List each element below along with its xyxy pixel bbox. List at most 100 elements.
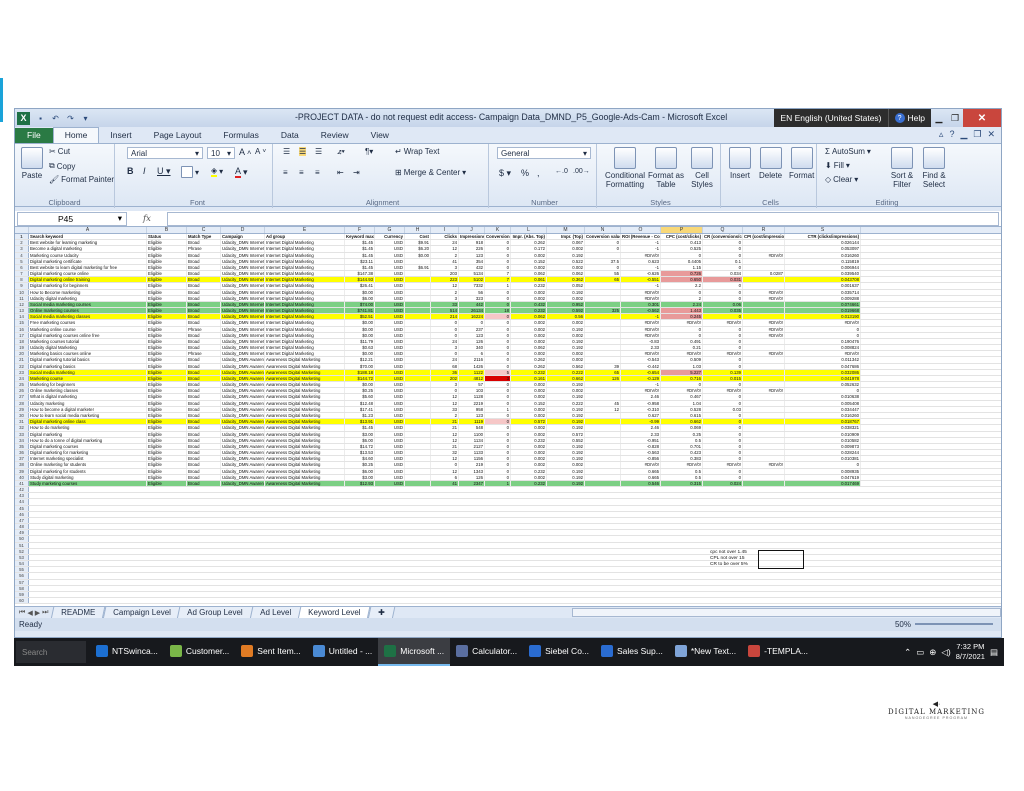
insert-sheet-button[interactable]: ✚	[367, 606, 395, 619]
cell[interactable]: 1.03	[661, 363, 703, 369]
row-number[interactable]: 23	[15, 369, 29, 375]
cell[interactable]: 0	[661, 326, 703, 332]
row-number[interactable]: 5	[15, 258, 29, 264]
sheet-tab-readme[interactable]: README	[51, 606, 106, 619]
cell[interactable]: Digital marketing online class	[29, 419, 147, 425]
column-header[interactable]: M	[547, 227, 585, 233]
row-number[interactable]: 15	[15, 320, 29, 326]
cell[interactable]: 0.192	[547, 394, 585, 400]
tab-data[interactable]: Data	[270, 128, 310, 143]
cell[interactable]: Awareness Digital Marketing	[265, 462, 345, 468]
cell[interactable]: Online marketing for students	[29, 462, 147, 468]
cell[interactable]: $9.91	[405, 240, 431, 246]
cell[interactable]: 0.002	[511, 406, 547, 412]
cell[interactable]: 0	[485, 326, 511, 332]
cell[interactable]: Internet Digital Marketing	[265, 240, 345, 246]
cell[interactable]: 0	[703, 363, 743, 369]
cell[interactable]: Udacity_DMN Awareness Digital Marketing	[221, 468, 265, 474]
cell[interactable]: Awareness Digital Marketing	[265, 474, 345, 480]
cell[interactable]: 0	[703, 382, 743, 388]
cell[interactable]: 0	[485, 443, 511, 450]
tab-insert[interactable]: Insert	[99, 128, 142, 143]
cell[interactable]: Udacity_DMN Internet Digital Marketing	[221, 351, 265, 357]
cell[interactable]: 21	[431, 443, 459, 450]
cell[interactable]: USD	[375, 252, 405, 258]
cell[interactable]: Eligible	[147, 456, 187, 462]
cell[interactable]: Udacity_DMN Awareness Digital Marketing	[221, 450, 265, 456]
cell[interactable]: 0	[485, 320, 511, 326]
cell[interactable]: 0	[703, 425, 743, 431]
cell[interactable]: 0.002	[547, 246, 585, 252]
row-number[interactable]: 51	[15, 542, 29, 548]
cell[interactable]: 41	[431, 480, 459, 487]
cell[interactable]: 237	[459, 326, 485, 332]
cell[interactable]: 1133	[459, 450, 485, 456]
cell[interactable]: $13.53	[345, 450, 375, 456]
cell[interactable]: 0.002	[511, 431, 547, 437]
cell[interactable]: USD	[375, 425, 405, 431]
taskbar-app[interactable]: -TEMPLA...	[742, 638, 814, 666]
volume-icon[interactable]: ◁)	[941, 647, 950, 658]
cell[interactable]: USD	[375, 419, 405, 425]
cell[interactable]: 126	[459, 338, 485, 345]
cell[interactable]: 1426	[459, 363, 485, 369]
cell[interactable]: Eligible	[147, 357, 187, 363]
sort-filter-button[interactable]: Sort & Filter	[887, 147, 917, 189]
cell[interactable]: $5.60	[345, 394, 375, 400]
cell[interactable]: 12	[431, 468, 459, 474]
cell[interactable]: 0.623	[621, 258, 661, 264]
align-bottom-button[interactable]: ☰	[315, 147, 322, 156]
cell[interactable]: Internet Digital Marketing	[265, 264, 345, 271]
worksheet-grid[interactable]: ABCDEFGHIJKLMNOPQRS 1 Search keyword Statu…	[15, 227, 1001, 606]
cell[interactable]	[405, 363, 431, 369]
cell[interactable]: Udacity_DMN Internet Digital Marketing	[221, 252, 265, 258]
cell[interactable]: #DIV/0!	[703, 351, 743, 357]
cell[interactable]: 0	[703, 240, 743, 246]
cell[interactable]: 0.525	[661, 246, 703, 252]
cell[interactable]: 33	[431, 301, 459, 308]
cell[interactable]: Eligible	[147, 443, 187, 450]
cell[interactable]: Marketing course Udacity	[29, 252, 147, 258]
cell[interactable]: $74.00	[345, 301, 375, 308]
cell[interactable]: $0.00	[345, 326, 375, 332]
cell[interactable]: Awareness Digital Marketing	[265, 357, 345, 363]
cell[interactable]: 0.362	[547, 277, 585, 283]
cell[interactable]: Broad	[187, 412, 221, 419]
cell[interactable]: #DIV/0!	[743, 332, 785, 338]
cell[interactable]: 2127	[459, 443, 485, 450]
cell[interactable]: 45	[585, 400, 621, 406]
cell[interactable]: Awareness Digital Marketing	[265, 400, 345, 406]
row-number[interactable]: 20	[15, 351, 29, 357]
cell[interactable]	[585, 314, 621, 320]
help-button[interactable]: ? Help	[887, 109, 931, 127]
cell[interactable]: 0.152	[511, 258, 547, 264]
sheet-tab-ad-group-level[interactable]: Ad Group Level	[177, 606, 254, 619]
sheet-tab-keyword-level[interactable]: Keyword Level	[297, 606, 371, 619]
cell[interactable]: Broad	[187, 240, 221, 246]
cell[interactable]: 0	[703, 468, 743, 474]
cell[interactable]: Eligible	[147, 412, 187, 419]
cell[interactable]: USD	[375, 308, 405, 314]
cell[interactable]: 0.002	[511, 394, 547, 400]
cell[interactable]: 0.026144	[785, 240, 861, 246]
cell[interactable]	[405, 480, 431, 487]
cell[interactable]: 0	[485, 338, 511, 345]
cell[interactable]: Udacity marketing	[29, 400, 147, 406]
prev-sheet-icon[interactable]: ◀	[27, 609, 32, 617]
insert-cells-button[interactable]: Insert	[729, 147, 751, 180]
cell[interactable]: 1119	[459, 419, 485, 425]
cell[interactable]: Broad	[187, 425, 221, 431]
column-header[interactable]: G	[375, 227, 405, 233]
cell[interactable]: Online marketing classes	[29, 388, 147, 394]
cell[interactable]: 2.46	[621, 425, 661, 431]
cell[interactable]: -0.562	[621, 308, 661, 314]
cell[interactable]: Broad	[187, 450, 221, 456]
cell[interactable]	[585, 388, 621, 394]
cell[interactable]: 0	[585, 240, 621, 246]
cell[interactable]	[585, 301, 621, 308]
cell[interactable]	[743, 240, 785, 246]
cell[interactable]: 0.016260	[785, 252, 861, 258]
cell[interactable]	[585, 382, 621, 388]
cell[interactable]: 0	[785, 332, 861, 338]
cell[interactable]	[405, 369, 431, 375]
